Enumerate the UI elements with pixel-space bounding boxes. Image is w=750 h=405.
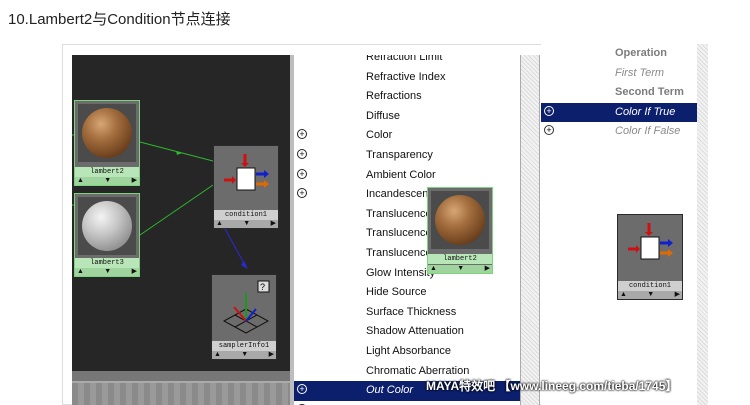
- expand-plus-icon[interactable]: +: [297, 149, 307, 159]
- attribute-label: Chromatic Aberration: [366, 364, 470, 377]
- condition-attribute-row[interactable]: + Color If True: [541, 102, 697, 122]
- svg-text:?: ?: [260, 282, 265, 292]
- expand-plus-icon[interactable]: +: [297, 188, 307, 199]
- node-label: lambert2: [428, 254, 492, 264]
- attribute-row[interactable]: + Color: [294, 126, 520, 146]
- expand-plus-icon[interactable]: +: [297, 168, 307, 179]
- material-swatch: [431, 191, 489, 249]
- attribute-row[interactable]: +: [294, 401, 520, 405]
- node-label: condition1: [214, 210, 278, 220]
- node-controls[interactable]: ▲ ▼ ▶: [618, 291, 682, 299]
- hypergraph-panel[interactable]: lambert2 ▲ ▼ ▶ lambert3 ▲ ▼ ▶ condition1 ▲ ▼ ▶…: [72, 55, 290, 405]
- node-controls[interactable]: ▲ ▼ ▶: [428, 265, 492, 273]
- node-label: condition1: [618, 281, 682, 291]
- graph-floor: [72, 381, 290, 405]
- graph-floor-edge: [72, 371, 290, 381]
- expand-plus-icon[interactable]: +: [297, 384, 307, 395]
- wire-lambert3-condition: [139, 184, 214, 236]
- condition-attribute-label: Color If False: [615, 125, 681, 137]
- lambert3-node[interactable]: lambert3 ▲ ▼ ▶: [74, 193, 140, 277]
- attribute-label: Translucence: [366, 207, 432, 220]
- wood-sphere-icon: [435, 195, 485, 245]
- white-sphere-icon: [82, 201, 132, 251]
- expand-plus-icon[interactable]: +: [544, 105, 554, 116]
- attribute-row[interactable]: Light Absorbance: [294, 342, 520, 362]
- lambert2-node[interactable]: lambert2 ▲ ▼ ▶: [74, 100, 140, 186]
- node-label: lambert3: [75, 258, 139, 268]
- attribute-row[interactable]: Shadow Attenuation: [294, 322, 520, 342]
- material-swatch: [78, 104, 136, 162]
- wire-condition-sampler: [223, 226, 247, 268]
- attribute-label: Ambient Color: [366, 168, 436, 181]
- right-panel-scrollbar[interactable]: [697, 44, 708, 405]
- condition-attribute-row[interactable]: Operation: [541, 44, 697, 63]
- condition-attribute-label: Color If True: [615, 105, 676, 118]
- node-label: lambert2: [75, 167, 139, 177]
- attribute-label: Surface Thickness: [366, 305, 457, 318]
- dragged-lambert2-node[interactable]: lambert2 ▲ ▼ ▶: [427, 187, 493, 274]
- attribute-row[interactable]: Refraction Limit: [294, 55, 520, 68]
- attribute-row[interactable]: Refractions: [294, 87, 520, 107]
- attribute-label: Glow Intensity: [366, 266, 436, 279]
- node-controls[interactable]: ▲ ▼ ▶: [75, 268, 139, 276]
- attribute-list-scrollbar[interactable]: [520, 55, 540, 405]
- attribute-label: Hide Source: [366, 286, 427, 299]
- expand-plus-icon[interactable]: +: [544, 125, 554, 135]
- attribute-label: Transparency: [366, 149, 433, 161]
- attribute-row[interactable]: Diffuse: [294, 107, 520, 127]
- condition1-node[interactable]: condition1 ▲ ▼ ▶: [213, 145, 279, 229]
- attribute-label: Refraction Limit: [366, 55, 443, 63]
- attribute-row[interactable]: Surface Thickness: [294, 303, 520, 323]
- attribute-label: Shadow Attenuation: [366, 325, 464, 338]
- attribute-label: Refractions: [366, 90, 422, 103]
- expand-plus-icon[interactable]: +: [297, 129, 307, 140]
- node-controls[interactable]: ▲ ▼ ▶: [214, 220, 278, 228]
- attribute-row[interactable]: + Ambient Color: [294, 166, 520, 186]
- attribute-row[interactable]: Hide Source: [294, 283, 520, 303]
- sampler-info-icon: ?: [222, 280, 270, 334]
- material-swatch: [78, 197, 136, 255]
- attribute-label: Out Color: [366, 384, 414, 397]
- attribute-label: Color: [366, 129, 393, 142]
- watermark-text: MAYA特效吧 【www.lineeg.com/tieba/1745】: [426, 379, 678, 393]
- condition-icon: [628, 223, 673, 260]
- page-heading: 10.Lambert2与Condition节点连接: [8, 11, 231, 28]
- condition-attribute-label: First Term: [615, 66, 665, 79]
- node-controls[interactable]: ▲ ▼ ▶: [75, 177, 139, 185]
- condition-attribute-row[interactable]: + Color If False: [541, 122, 697, 141]
- attribute-label: Diffuse: [366, 109, 401, 122]
- condition-icon: [224, 154, 269, 191]
- samplerInfo1-node[interactable]: ? samplerInfo1 ▲ ▼ ▶: [211, 274, 277, 360]
- attribute-label: Light Absorbance: [366, 345, 452, 357]
- condition-attribute-row[interactable]: First Term: [541, 64, 697, 83]
- attribute-row[interactable]: + Transparency: [294, 146, 520, 166]
- condition-attribute-label: Operation: [615, 47, 667, 59]
- attribute-label: Refractive Index: [366, 70, 446, 83]
- attribute-row[interactable]: Refractive Index: [294, 68, 520, 88]
- condition-attribute-label: Second Term: [615, 86, 684, 98]
- condition-attribute-row[interactable]: Second Term: [541, 83, 697, 102]
- node-controls[interactable]: ▲ ▼ ▶: [212, 351, 276, 359]
- wood-sphere-icon: [82, 108, 132, 158]
- right-condition1-node[interactable]: condition1 ▲ ▼ ▶: [617, 214, 683, 300]
- node-label: samplerInfo1: [212, 341, 276, 351]
